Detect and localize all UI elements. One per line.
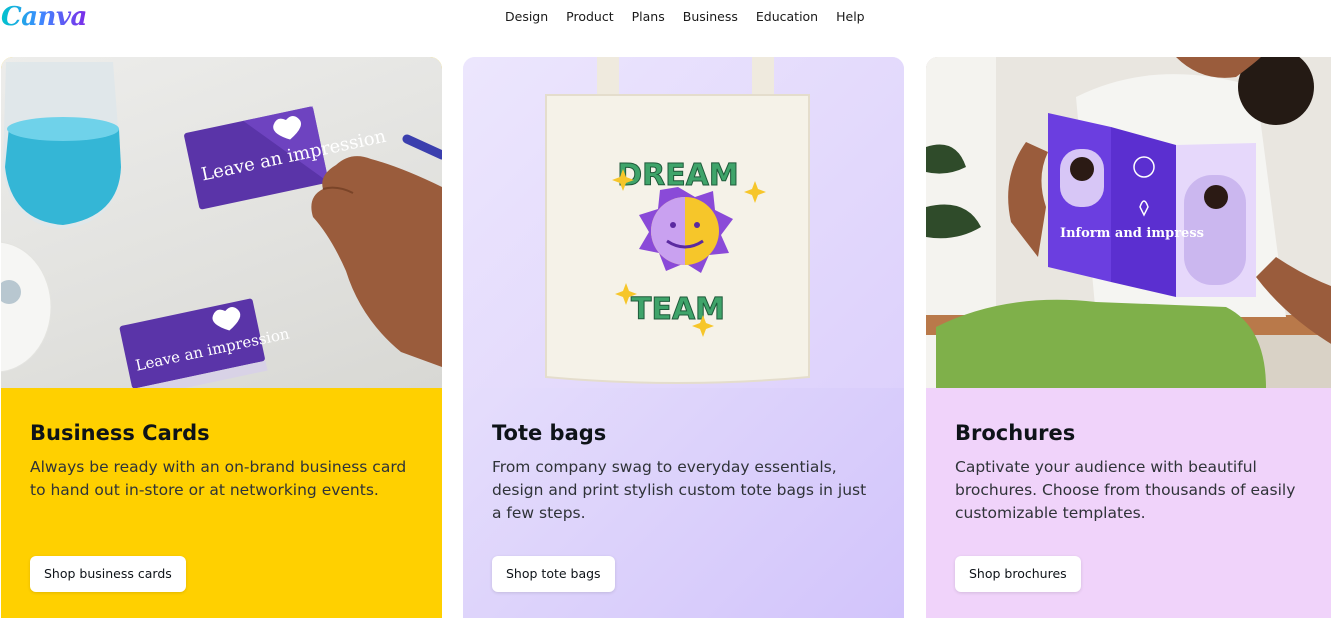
card-title: Tote bags — [492, 421, 607, 445]
shop-brochures-button[interactable]: Shop brochures — [955, 556, 1081, 592]
card-description: Always be ready with an on-brand busines… — [30, 458, 407, 499]
tote-text-dream: DREAM — [617, 158, 739, 193]
business-cards-body: Business Cards Always be ready with an o… — [30, 419, 416, 502]
card-title: Business Cards — [30, 421, 210, 445]
tote-bags-card: DREAM TEAM Tote bags From company swag t… — [463, 57, 904, 618]
card-description: From company swag to everyday essentials… — [492, 458, 867, 522]
tote-bags-body: Tote bags From company swag to everyday … — [492, 419, 878, 525]
nav-education[interactable]: Education — [756, 8, 818, 26]
brochure-image-text: Inform and impress — [1060, 226, 1204, 241]
tote-bags-image: DREAM TEAM — [463, 57, 904, 388]
nav-business[interactable]: Business — [683, 8, 738, 26]
business-cards-image: Leave an impression Leave an impression — [1, 57, 442, 388]
nav-help[interactable]: Help — [836, 8, 865, 26]
card-title: Brochures — [955, 421, 1076, 445]
shop-tote-bags-button[interactable]: Shop tote bags — [492, 556, 615, 592]
brochures-body: Brochures Captivate your audience with b… — [955, 419, 1331, 525]
main-nav: Design Product Plans Business Education … — [505, 8, 865, 26]
brochure-illustration: Inform and impress — [926, 57, 1331, 388]
tote-text-team: TEAM — [631, 292, 725, 327]
shop-business-cards-button[interactable]: Shop business cards — [30, 556, 186, 592]
card-description: Captivate your audience with beautiful b… — [955, 458, 1296, 522]
brochures-card: Inform and impress Brochures Captivate y… — [926, 57, 1331, 618]
business-cards-illustration: Leave an impression Leave an impression — [1, 62, 442, 388]
nav-design[interactable]: Design — [505, 8, 548, 26]
canva-logo[interactable]: Canva — [1, 0, 87, 34]
business-cards-card: Leave an impression Leave an impression … — [1, 57, 442, 618]
brochures-image: Inform and impress — [926, 57, 1331, 388]
nav-plans[interactable]: Plans — [632, 8, 665, 26]
nav-product[interactable]: Product — [566, 8, 613, 26]
tote-bag-illustration: DREAM TEAM — [545, 57, 810, 384]
